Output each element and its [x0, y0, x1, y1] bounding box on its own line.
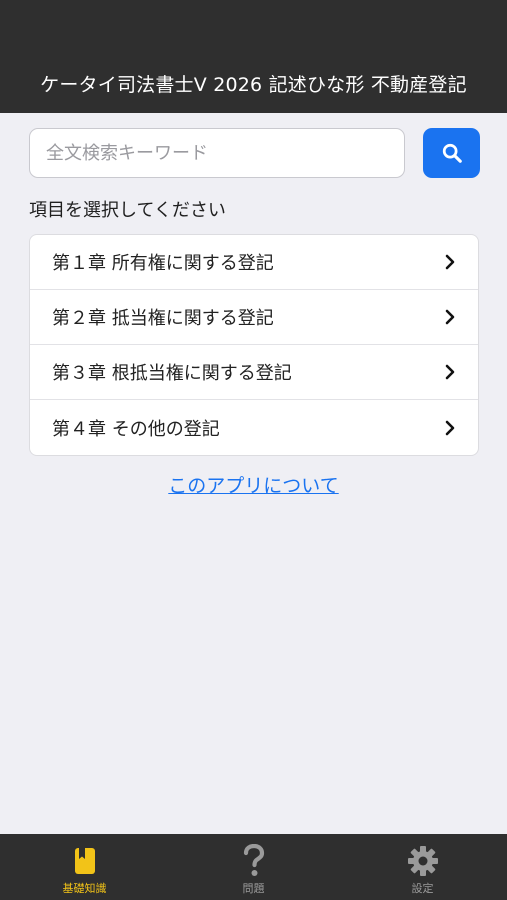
chevron-right-icon — [445, 420, 455, 435]
tab-label: 基礎知識 — [62, 882, 107, 895]
chapter-label: 第３章 根抵当権に関する登記 — [52, 363, 292, 384]
search-input[interactable] — [29, 128, 405, 178]
chapter-list: 第１章 所有権に関する登記 第２章 抵当権に関する登記 第３章 根抵当権に関する… — [29, 234, 479, 456]
search-icon — [442, 143, 462, 163]
chapter-item-4[interactable]: 第４章 その他の登記 — [30, 400, 478, 455]
select-prompt: 項目を選択してください — [29, 200, 226, 221]
tab-bar: 基礎知識 問題 設定 — [0, 834, 507, 900]
chapter-label: 第１章 所有権に関する登記 — [52, 253, 274, 274]
about-app-link[interactable]: このアプリについて — [0, 471, 507, 498]
tab-questions[interactable]: 問題 — [169, 834, 338, 900]
book-icon — [74, 848, 95, 874]
chevron-right-icon — [445, 364, 455, 380]
app-header: ケータイ司法書士V 2026 記述ひな形 不動産登記 — [0, 0, 507, 113]
chevron-right-icon — [445, 254, 455, 270]
question-icon — [243, 844, 264, 876]
chapter-label: 第２章 抵当権に関する登記 — [52, 308, 274, 329]
chevron-right-icon — [445, 309, 455, 325]
page-title: ケータイ司法書士V 2026 記述ひな形 不動産登記 — [40, 74, 467, 96]
chapter-label: 第４章 その他の登記 — [52, 418, 220, 440]
search-button[interactable] — [423, 128, 480, 178]
tab-settings[interactable]: 設定 — [338, 834, 507, 900]
gear-icon — [407, 846, 438, 876]
chapter-item-1[interactable]: 第１章 所有権に関する登記 — [30, 235, 478, 290]
tab-label: 問題 — [242, 882, 265, 895]
chapter-item-3[interactable]: 第３章 根抵当権に関する登記 — [30, 345, 478, 400]
tab-basics[interactable]: 基礎知識 — [0, 834, 169, 900]
tab-label: 設定 — [411, 882, 434, 895]
chapter-item-2[interactable]: 第２章 抵当権に関する登記 — [30, 290, 478, 345]
